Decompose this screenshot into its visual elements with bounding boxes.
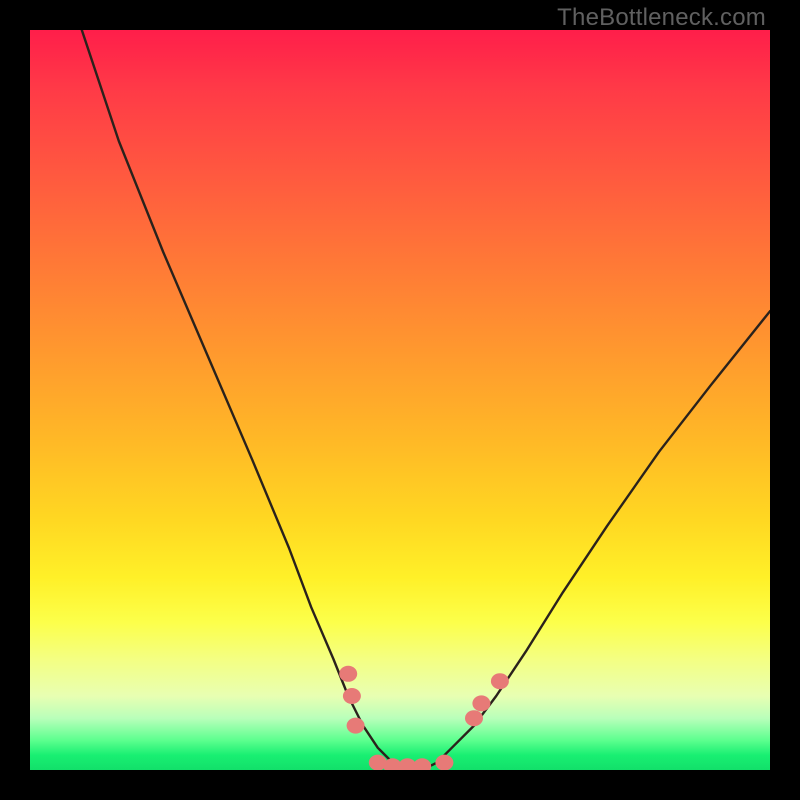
chart-svg: [30, 30, 770, 770]
marker-dot: [465, 710, 483, 726]
watermark-text: TheBottleneck.com: [557, 4, 766, 32]
marker-dot: [472, 695, 490, 711]
plot-frame: [30, 30, 770, 770]
curve-group: [82, 30, 770, 770]
marker-group: [339, 666, 509, 770]
bottleneck-curve: [82, 30, 770, 770]
marker-dot: [435, 755, 453, 770]
marker-dot: [339, 666, 357, 682]
marker-dot: [491, 673, 509, 689]
marker-dot: [343, 688, 361, 704]
marker-dot: [347, 718, 365, 734]
marker-dot: [413, 758, 431, 770]
